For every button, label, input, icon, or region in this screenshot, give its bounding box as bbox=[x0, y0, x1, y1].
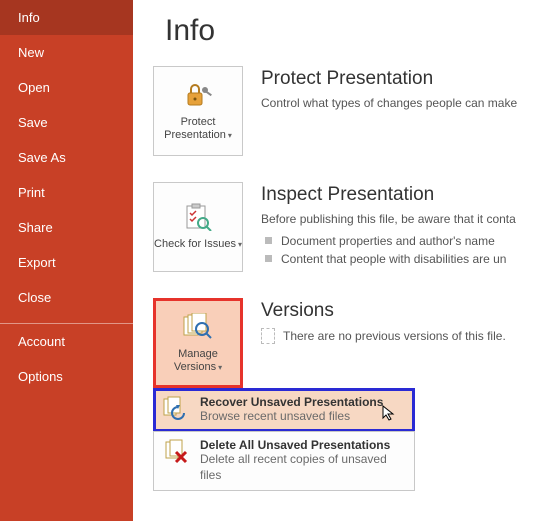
chevron-down-icon: ▾ bbox=[228, 131, 232, 140]
page-title: Info bbox=[165, 14, 534, 48]
check-issues-button[interactable]: Check for Issues▾ bbox=[153, 182, 243, 272]
sidebar-item-account[interactable]: Account bbox=[0, 324, 133, 359]
cursor-icon bbox=[382, 405, 398, 421]
recover-subtitle: Browse recent unsaved files bbox=[200, 409, 383, 425]
delete-icon bbox=[162, 438, 190, 466]
manage-versions-menu: Recover Unsaved Presentations Browse rec… bbox=[153, 388, 415, 491]
versions-icon bbox=[182, 313, 214, 344]
chevron-down-icon: ▾ bbox=[238, 240, 242, 249]
sidebar-item-save-as[interactable]: Save As bbox=[0, 140, 133, 175]
info-page: Info Protect Presentation▾ Protect Prese… bbox=[133, 0, 534, 521]
delete-title: Delete All Unsaved Presentations bbox=[200, 438, 406, 452]
versions-desc: There are no previous versions of this f… bbox=[283, 329, 506, 343]
delete-subtitle: Delete all recent copies of unsaved file… bbox=[200, 452, 406, 483]
sidebar-item-options[interactable]: Options bbox=[0, 359, 133, 394]
sidebar-item-new[interactable]: New bbox=[0, 35, 133, 70]
sidebar-item-close[interactable]: Close bbox=[0, 280, 133, 315]
sidebar-item-print[interactable]: Print bbox=[0, 175, 133, 210]
delete-unsaved-menu-item[interactable]: Delete All Unsaved Presentations Delete … bbox=[153, 431, 415, 491]
protect-button-label: Protect Presentation bbox=[164, 116, 226, 141]
sidebar-item-info[interactable]: Info bbox=[0, 0, 133, 35]
inspect-section: Check for Issues▾ Inspect Presentation B… bbox=[153, 182, 534, 272]
sidebar-item-save[interactable]: Save bbox=[0, 105, 133, 140]
document-icon bbox=[261, 328, 275, 344]
lock-icon bbox=[182, 81, 214, 112]
manage-versions-label: Manage Versions bbox=[174, 348, 218, 373]
inspect-bullet: Content that people with disabilities ar… bbox=[263, 250, 534, 268]
protect-desc: Control what types of changes people can… bbox=[261, 94, 534, 112]
inspect-desc: Before publishing this file, be aware th… bbox=[261, 210, 534, 228]
protect-heading: Protect Presentation bbox=[261, 68, 534, 90]
sidebar-item-export[interactable]: Export bbox=[0, 245, 133, 280]
versions-heading: Versions bbox=[261, 300, 534, 322]
chevron-down-icon: ▾ bbox=[218, 363, 222, 372]
manage-versions-button[interactable]: Manage Versions▾ bbox=[153, 298, 243, 388]
checklist-icon bbox=[183, 203, 213, 234]
recover-title: Recover Unsaved Presentations bbox=[200, 395, 383, 409]
check-issues-label: Check for Issues bbox=[154, 238, 236, 250]
sidebar-item-share[interactable]: Share bbox=[0, 210, 133, 245]
recover-icon bbox=[162, 395, 190, 423]
inspect-bullet: Document properties and author's name bbox=[263, 232, 534, 250]
protect-section: Protect Presentation▾ Protect Presentati… bbox=[153, 66, 534, 156]
versions-section: Manage Versions▾ Versions There are no p… bbox=[153, 298, 534, 388]
recover-unsaved-menu-item[interactable]: Recover Unsaved Presentations Browse rec… bbox=[153, 388, 415, 432]
inspect-heading: Inspect Presentation bbox=[261, 184, 534, 206]
protect-presentation-button[interactable]: Protect Presentation▾ bbox=[153, 66, 243, 156]
backstage-sidebar: Info New Open Save Save As Print Share E… bbox=[0, 0, 133, 521]
sidebar-item-open[interactable]: Open bbox=[0, 70, 133, 105]
